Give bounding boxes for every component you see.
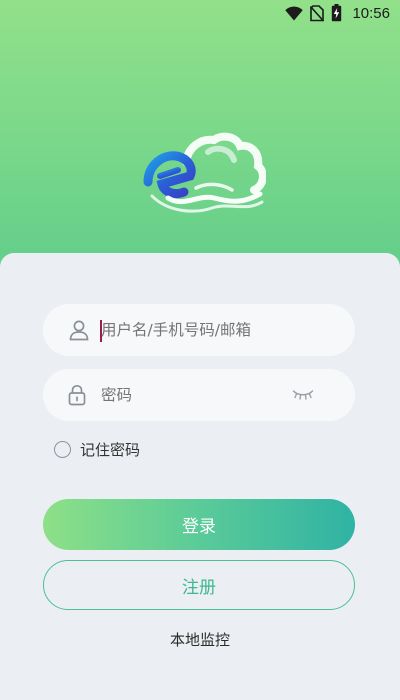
remember-label: 记住密码 (80, 441, 141, 459)
username-field[interactable] (43, 304, 355, 356)
user-icon (69, 320, 89, 341)
register-button[interactable]: 注册 (43, 560, 355, 610)
cloud-e-logo (143, 132, 266, 213)
login-card: 记住密码 登录 注册 本地监控 (0, 253, 400, 700)
remember-radio[interactable] (54, 441, 71, 458)
remember-password-option[interactable]: 记住密码 (54, 439, 140, 460)
battery-charging-icon (332, 4, 342, 22)
password-input[interactable] (101, 386, 291, 404)
password-field[interactable] (43, 369, 355, 421)
local-monitor-link[interactable]: 本地监控 (0, 629, 400, 650)
login-button[interactable]: 登录 (43, 499, 355, 550)
clock: 10:56 (352, 4, 390, 22)
lock-icon (68, 384, 86, 406)
wifi-icon (285, 6, 304, 20)
no-sim-icon (310, 4, 325, 22)
username-input[interactable] (101, 321, 291, 339)
status-bar: 10:56 (0, 0, 400, 26)
eye-closed-icon[interactable] (292, 389, 314, 401)
